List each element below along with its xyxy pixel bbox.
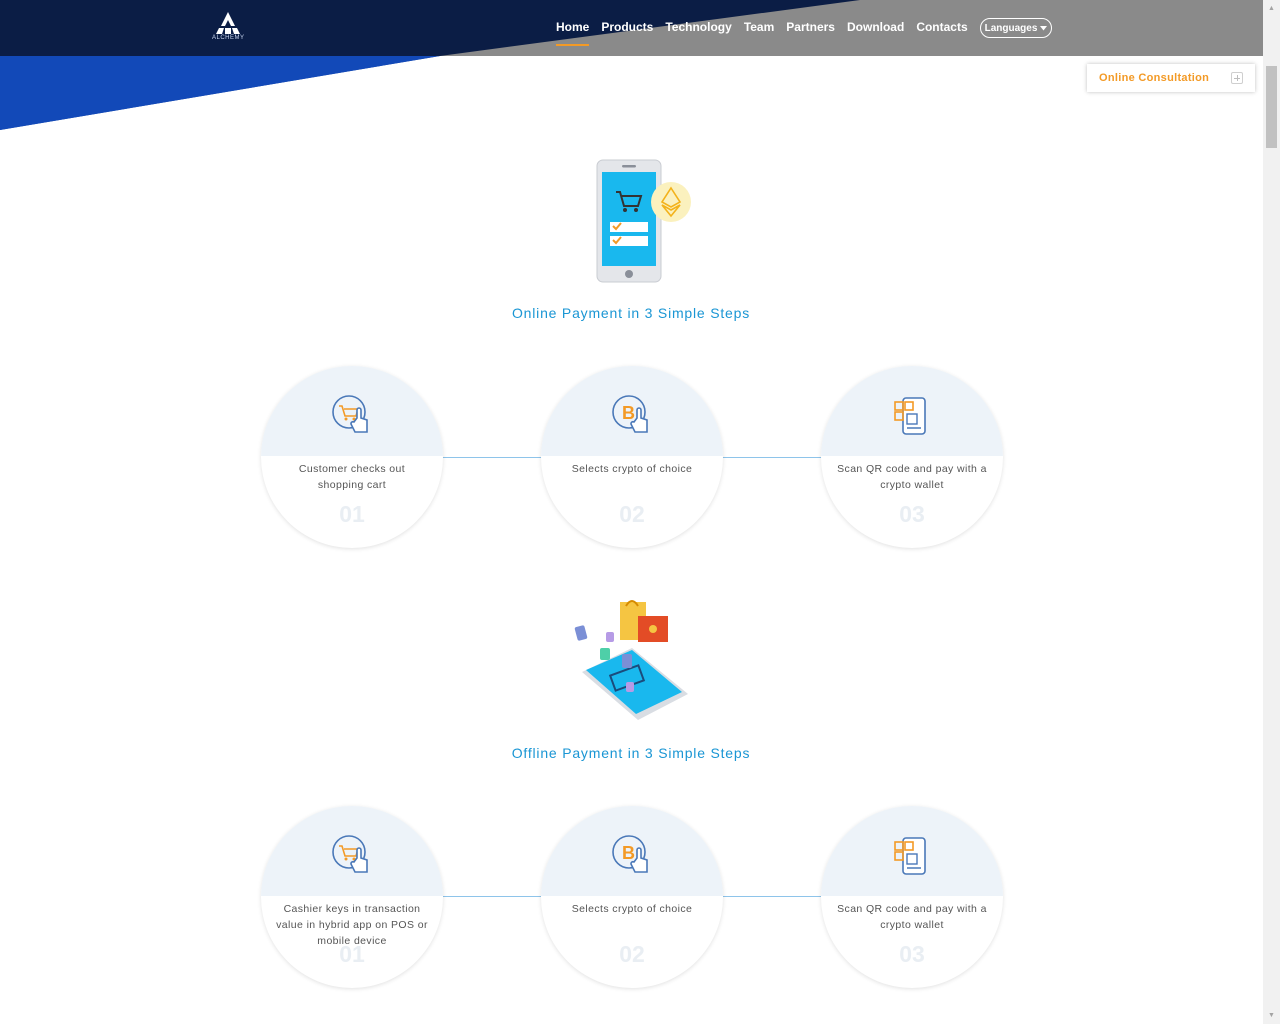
step-connector	[442, 896, 542, 897]
qr-phone-icon	[894, 837, 926, 875]
step-text: Selects crypto of choice	[571, 903, 693, 915]
nav-technology[interactable]: Technology	[659, 20, 737, 46]
step-number: 01	[339, 941, 365, 967]
qr-phone-icon	[894, 397, 926, 435]
nav-partners[interactable]: Partners	[780, 20, 841, 46]
nav-team[interactable]: Team	[738, 20, 780, 46]
online-step-1: Customer checks out shopping cart 01	[261, 366, 443, 548]
step-text: Scan QR code and pay with a crypto walle…	[837, 463, 987, 491]
step-number: 03	[899, 501, 925, 527]
cart-hand-icon	[332, 835, 368, 873]
online-consultation-button[interactable]: Online Consultation	[1087, 64, 1255, 92]
step-connector	[722, 896, 822, 897]
step-number: 02	[619, 501, 645, 527]
languages-dropdown[interactable]: Languages	[980, 18, 1052, 38]
bitcoin-hand-icon: B	[612, 395, 648, 433]
step-connector	[722, 457, 822, 458]
online-section-title: Online Payment in 3 Simple Steps	[511, 305, 751, 321]
nav-home[interactable]: Home	[550, 20, 595, 46]
nav-products[interactable]: Products	[595, 20, 659, 46]
step-number: 02	[619, 941, 645, 967]
step-number: 01	[339, 501, 365, 527]
step-text: Selects crypto of choice	[571, 463, 693, 475]
online-step-2: B Selects crypto of choice 02	[541, 366, 723, 548]
page-scrollbar[interactable]: ▲ ▼	[1263, 0, 1280, 1024]
consultation-label: Online Consultation	[1099, 72, 1210, 84]
languages-label: Languages	[984, 22, 1038, 34]
expand-icon[interactable]	[1231, 72, 1243, 84]
nav-download[interactable]: Download	[841, 20, 910, 46]
top-header: ALCHEMY Home Products Technology Team Pa…	[0, 0, 1263, 56]
online-payment-illustration	[596, 159, 691, 283]
main-nav: Home Products Technology Team Partners D…	[550, 20, 974, 46]
scrollbar-thumb[interactable]	[1266, 66, 1277, 148]
step-number: 03	[899, 941, 925, 967]
bitcoin-hand-icon: B	[612, 835, 648, 873]
step-text: Scan QR code and pay with a crypto walle…	[837, 903, 987, 931]
svg-text:B: B	[622, 403, 635, 423]
alchemy-logo-icon	[216, 12, 240, 34]
caret-down-icon	[1040, 25, 1048, 30]
logo-text: ALCHEMY	[212, 35, 245, 41]
scroll-up-arrow-icon[interactable]: ▲	[1263, 0, 1280, 17]
step-text: Customer checks out shopping cart	[298, 463, 406, 491]
offline-section-title: Offline Payment in 3 Simple Steps	[511, 745, 751, 761]
logo[interactable]: ALCHEMY	[212, 12, 244, 46]
step-connector	[442, 457, 542, 458]
scroll-down-arrow-icon[interactable]: ▼	[1263, 1007, 1280, 1024]
svg-text:B: B	[622, 843, 635, 863]
offline-step-3: Scan QR code and pay with a crypto walle…	[821, 806, 1003, 988]
offline-step-1: Cashier keys in transaction value in hyb…	[261, 806, 443, 988]
offline-step-2: B Selects crypto of choice 02	[541, 806, 723, 988]
nav-contacts[interactable]: Contacts	[910, 20, 973, 46]
cart-hand-icon	[332, 395, 368, 433]
online-step-3: Scan QR code and pay with a crypto walle…	[821, 366, 1003, 548]
offline-payment-illustration	[574, 600, 688, 720]
